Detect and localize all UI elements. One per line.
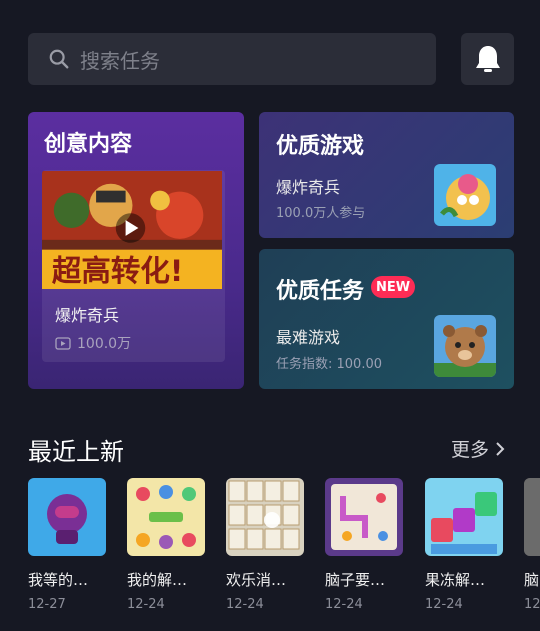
- item-name: 脑: [524, 571, 540, 589]
- new-badge: NEW: [371, 276, 415, 298]
- quality-task-card[interactable]: 优质任务 最难游戏 任务指数: 100.00: [259, 249, 514, 389]
- play-count-icon: [55, 336, 71, 350]
- game-thumbnail: [28, 478, 106, 556]
- quality-task-index: 任务指数: 100.00: [276, 357, 382, 372]
- more-label: 更多: [451, 439, 490, 461]
- list-item[interactable]: 果冻解… 12-24: [425, 478, 503, 612]
- creative-game-name: 爆炸奇兵: [55, 306, 120, 325]
- game-thumbnail: [127, 478, 205, 556]
- list-item[interactable]: 脑 12: [524, 478, 540, 612]
- list-item[interactable]: 脑子要… 12-24: [325, 478, 403, 612]
- item-date: 12: [524, 597, 540, 612]
- item-date: 12-27: [28, 597, 66, 612]
- item-name: 我等的…: [28, 571, 89, 589]
- list-item[interactable]: 我等的… 12-27: [28, 478, 106, 612]
- quality-game-name: 爆炸奇兵: [276, 178, 341, 197]
- game-icon-explosion: [434, 164, 496, 226]
- creative-views: 100.0万: [55, 333, 131, 353]
- game-thumbnail: [325, 478, 403, 556]
- search-placeholder: 搜索任务: [80, 48, 160, 73]
- game-thumbnail: [226, 478, 304, 556]
- item-date: 12-24: [127, 597, 165, 612]
- item-date: 12-24: [226, 597, 264, 612]
- creative-content-card[interactable]: 创意内容 超高转化! 爆炸奇兵 100.0万: [28, 112, 244, 389]
- search-input[interactable]: 搜索任务: [28, 33, 436, 85]
- creative-title: 创意内容: [44, 132, 133, 157]
- item-date: 12-24: [325, 597, 363, 612]
- quality-task-game-name: 最难游戏: [276, 328, 341, 347]
- creative-item[interactable]: 超高转化! 爆炸奇兵 100.0万: [42, 170, 225, 362]
- item-name: 我的解…: [127, 571, 188, 589]
- quality-game-card[interactable]: 优质游戏 爆炸奇兵 100.0万人参与: [259, 112, 514, 238]
- quality-game-participants: 100.0万人参与: [276, 206, 366, 221]
- list-item[interactable]: 欢乐消… 12-24: [226, 478, 304, 612]
- bell-icon: [475, 46, 500, 72]
- quality-game-title: 优质游戏: [276, 134, 365, 159]
- list-item[interactable]: 我的解… 12-24: [127, 478, 205, 612]
- item-date: 12-24: [425, 597, 463, 612]
- notification-button[interactable]: [461, 33, 514, 85]
- game-thumbnail: [425, 478, 503, 556]
- item-name: 果冻解…: [425, 571, 486, 589]
- search-icon: [49, 49, 69, 69]
- recent-section-title: 最近上新: [28, 438, 124, 466]
- item-name: 脑子要…: [325, 571, 386, 589]
- game-thumbnail: [524, 478, 540, 556]
- more-link[interactable]: 更多: [451, 435, 505, 462]
- creative-banner-text: 超高转化!: [52, 254, 183, 288]
- quality-task-title: 优质任务: [276, 279, 365, 304]
- chevron-right-icon: [496, 441, 505, 456]
- game-icon-bear: [434, 315, 496, 377]
- creative-video-thumbnail[interactable]: 超高转化!: [42, 170, 222, 290]
- item-name: 欢乐消…: [226, 571, 287, 589]
- views-count: 100.0万: [77, 336, 132, 352]
